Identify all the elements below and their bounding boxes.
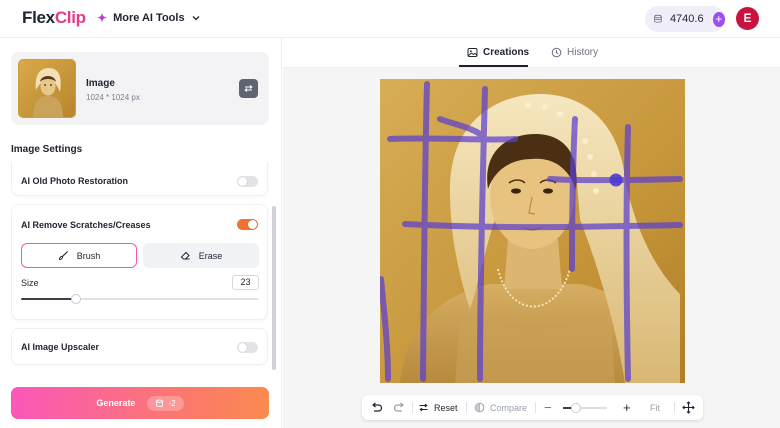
reset-button[interactable]: Reset: [418, 395, 458, 420]
brush-size-slider-fill: [21, 298, 76, 300]
toolbar-divider: [674, 402, 675, 413]
clock-icon: [551, 47, 562, 58]
tab-history[interactable]: History: [551, 47, 598, 58]
replace-image-button[interactable]: [239, 79, 258, 98]
generate-cost-badge: -2: [147, 395, 184, 411]
zoom-out-button[interactable]: −: [544, 395, 552, 420]
compare-label: Compare: [490, 402, 528, 413]
erase-label: Erase: [198, 250, 223, 261]
sparkle-icon: ✦: [97, 11, 108, 25]
settings-scroll-area[interactable]: AI Old Photo Restoration AI Remove Scrat…: [11, 162, 278, 373]
coin-stack-icon: [156, 399, 164, 407]
generate-cost: -2: [168, 398, 176, 408]
toolbar-divider: [535, 402, 536, 413]
toolbar-divider: [412, 402, 413, 413]
plus-icon: +: [623, 400, 631, 415]
compare-icon: [474, 402, 485, 413]
tab-creations-label: Creations: [483, 47, 530, 58]
generate-label: Generate: [96, 398, 136, 408]
generate-button[interactable]: Generate -2: [11, 387, 269, 419]
redo-button[interactable]: [393, 395, 406, 420]
setting-label-scratches: AI Remove Scratches/Creases: [21, 220, 151, 230]
portrait-thumbnail-graphic: [19, 60, 75, 117]
reset-label: Reset: [434, 402, 458, 413]
setting-label-restoration: AI Old Photo Restoration: [21, 176, 128, 186]
brush-size-input[interactable]: 23: [232, 275, 259, 290]
image-thumbnail[interactable]: [18, 59, 76, 118]
left-panel: Image 1024 * 1024 px Image Settings AI O…: [0, 38, 282, 428]
tab-creations[interactable]: Creations: [467, 47, 529, 58]
more-ai-tools-label: More AI Tools: [113, 12, 185, 24]
setting-label-upscaler: AI Image Upscaler: [21, 342, 100, 352]
brush-size-label: Size: [21, 278, 39, 288]
chevron-down-icon: [192, 16, 200, 21]
active-tab-indicator: [459, 65, 528, 67]
minus-icon: −: [544, 400, 552, 415]
user-avatar[interactable]: E: [736, 7, 759, 30]
upscaler-toggle[interactable]: [237, 342, 258, 353]
restoration-toggle[interactable]: [237, 176, 258, 187]
view-tabs: Creations History: [283, 38, 780, 68]
logo-main-text: Flex: [22, 8, 55, 27]
undo-icon: [372, 402, 383, 412]
toolbar-divider: [466, 402, 467, 413]
pan-button[interactable]: [682, 395, 695, 420]
redo-icon: [393, 402, 404, 412]
flexclip-logo[interactable]: FlexClip: [22, 8, 86, 28]
logo-accent-text: Clip: [54, 8, 86, 27]
move-arrows-icon: [682, 401, 695, 414]
coin-stack-icon: [654, 14, 662, 23]
add-credits-button[interactable]: +: [712, 11, 725, 27]
zoom-in-button[interactable]: +: [623, 395, 631, 420]
portrait-image: [380, 79, 685, 383]
reset-icon: [419, 403, 428, 412]
fit-label: Fit: [650, 402, 660, 413]
image-icon: [467, 48, 478, 57]
settings-scrollbar[interactable]: [272, 206, 276, 370]
zoom-slider-handle[interactable]: [571, 403, 582, 413]
image-title: Image: [86, 78, 115, 89]
brush-icon: [58, 251, 68, 261]
image-settings-heading: Image Settings: [11, 144, 83, 155]
canvas-toolbar: Reset Compare − + Fit: [362, 395, 703, 420]
brush-button[interactable]: Brush: [21, 243, 137, 268]
erase-button[interactable]: Erase: [143, 243, 259, 268]
scratches-toggle[interactable]: [237, 219, 258, 230]
tab-history-label: History: [567, 47, 599, 58]
workspace: Creations History Reset Compare − + Fit: [283, 38, 780, 428]
image-canvas[interactable]: [380, 79, 685, 383]
image-dimensions: 1024 * 1024 px: [86, 93, 140, 102]
top-bar: FlexClip ✦ More AI Tools 4740.6 + E: [0, 0, 780, 38]
setting-remove-scratches: AI Remove Scratches/Creases Brush Erase …: [11, 204, 268, 320]
undo-button[interactable]: [370, 395, 383, 420]
more-ai-tools-menu[interactable]: ✦ More AI Tools: [97, 11, 201, 25]
eraser-icon: [180, 251, 190, 260]
compare-button[interactable]: Compare: [474, 395, 527, 420]
brush-size-slider-handle[interactable]: [70, 294, 81, 304]
swap-icon: [244, 85, 253, 92]
brush-label: Brush: [76, 250, 101, 261]
setting-old-photo-restoration: AI Old Photo Restoration: [11, 162, 268, 196]
credits-balance: 4740.6 +: [645, 6, 725, 32]
fit-button[interactable]: Fit: [650, 395, 660, 420]
setting-image-upscaler: AI Image Upscaler: [11, 328, 268, 365]
credits-value: 4740.6: [669, 13, 704, 25]
image-card: Image 1024 * 1024 px: [11, 52, 269, 125]
